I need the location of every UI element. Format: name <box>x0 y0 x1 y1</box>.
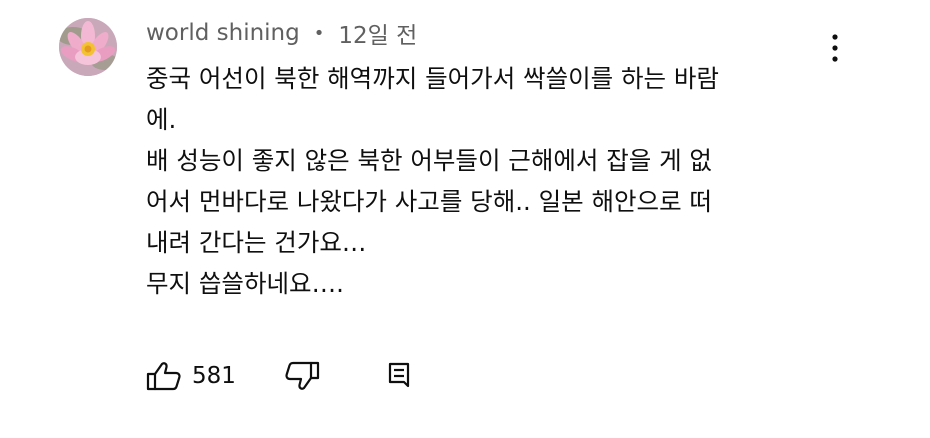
thumb-down-icon <box>285 361 320 390</box>
comment-line: 어서 먼바다로 나왔다가 사고를 당해.. 일본 해안으로 떠 <box>146 187 712 216</box>
separator-dot: • <box>313 22 325 44</box>
reply-button[interactable] <box>386 361 414 391</box>
author-name[interactable]: world shining <box>146 20 300 46</box>
reply-comment-icon <box>388 362 410 388</box>
comment-line: 무지 씁쓸하네요…. <box>146 269 344 298</box>
like-button[interactable]: 581 <box>146 361 236 391</box>
thumb-up-icon <box>146 362 181 391</box>
comment-actions: 581 <box>146 356 414 396</box>
comment-line: 내려 간다는 건가요… <box>146 228 367 257</box>
comment-time[interactable]: 12일 전 <box>338 16 417 50</box>
like-count: 581 <box>192 363 236 389</box>
lotus-flower-avatar-icon <box>59 18 117 76</box>
comment-text: 중국 어선이 북한 해역까지 들어가서 싹쓸이를 하는 바람 에. 배 성능이 … <box>146 58 836 304</box>
comment-line: 배 성능이 좋지 않은 북한 어부들이 근해에서 잡을 게 없 <box>146 146 712 175</box>
avatar[interactable] <box>59 18 117 76</box>
comment-header: world shining • 12일 전 <box>146 17 417 49</box>
comment-line: 에. <box>146 105 177 134</box>
comment-line: 중국 어선이 북한 해역까지 들어가서 싹쓸이를 하는 바람 <box>146 64 719 93</box>
dislike-button[interactable] <box>284 361 320 391</box>
